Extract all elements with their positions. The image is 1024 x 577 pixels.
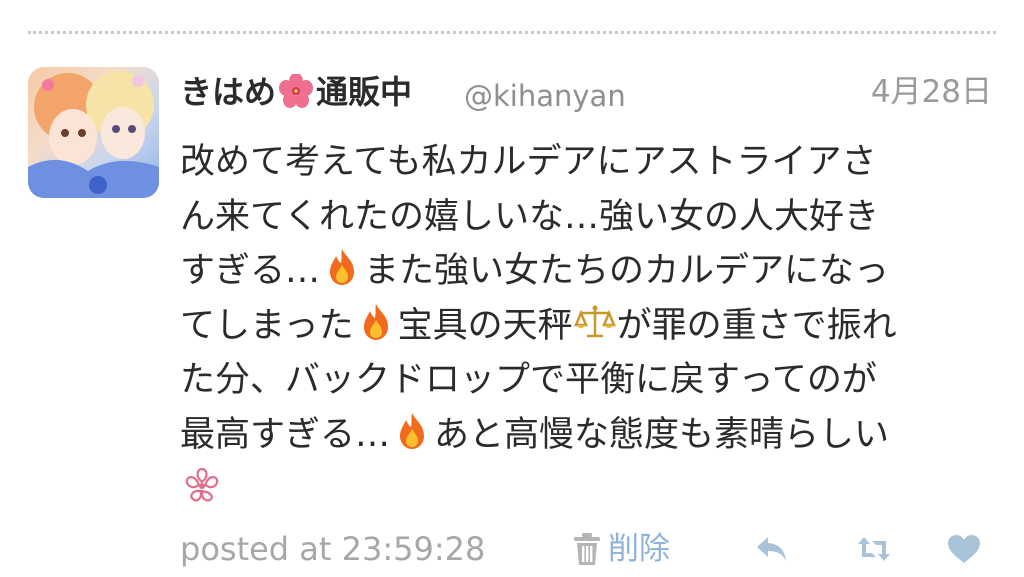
tweet-text-line: 最高すぎる… あと高慢な態度も素晴らしい <box>180 408 1010 463</box>
avatar-illustration <box>28 71 159 198</box>
tweet-date[interactable]: 4月28日 <box>871 70 992 114</box>
cherry-blossom-icon <box>185 467 219 502</box>
retweet-icon[interactable] <box>856 533 892 565</box>
tweet-card: きはめ 通販中 @kihanyan 4月28日 改めて考えても私カルデアにアスト… <box>0 0 1024 577</box>
tweet-text-line: 改めて考えても私カルデアにアストライアさ <box>180 135 1010 190</box>
text-segment: 改めて考えても私カルデアにアストライアさ <box>180 142 877 182</box>
text-segment: が罪の重さで振れ <box>616 305 897 346</box>
tweet-text-line <box>180 462 1010 517</box>
avatar[interactable] <box>28 67 159 198</box>
delete-label: 削除 <box>608 531 670 567</box>
scales-icon <box>573 305 616 337</box>
like-heart-icon[interactable] <box>946 533 982 565</box>
text-segment: た分、バックドロップで平衡に戻すってのが <box>180 360 877 400</box>
tweet-text-line: ん来てくれたの嬉しいな…強い女の人大好き <box>180 190 1010 245</box>
tweet-text: 改めて考えても私カルデアにアストライアさ ん来てくれたの嬉しいな…強い女の人大好… <box>180 135 1010 517</box>
tweet-text-line: すぎる… また強い女たちのカルデアになっ <box>180 244 1010 299</box>
delete-button[interactable]: 削除 <box>572 525 670 573</box>
posted-at-timestamp: posted at 23:59:28 <box>180 530 486 568</box>
tweet-header: きはめ 通販中 @kihanyan 4月28日 <box>180 70 996 118</box>
display-name-part-1: きはめ <box>180 73 277 111</box>
hibiscus-flower-icon <box>279 74 314 108</box>
fire-icon <box>330 249 355 285</box>
text-segment: てしまった <box>180 305 354 346</box>
text-segment: ん来てくれたの嬉しいな…強い女の人大好き <box>180 196 879 237</box>
text-segment: 宝具の天秤 <box>397 305 573 346</box>
reply-icon[interactable] <box>754 533 790 565</box>
fire-icon <box>400 412 425 449</box>
text-segment: すぎる… <box>180 251 321 291</box>
display-name[interactable]: きはめ 通販中 <box>180 70 412 114</box>
fire-icon <box>363 303 388 340</box>
text-segment: 最高すぎる… <box>180 414 391 455</box>
display-name-part-2: 通販中 <box>316 73 413 111</box>
tweet-text-line: てしまった 宝具の天秤 が罪の重さで振れ <box>180 299 1010 354</box>
user-handle[interactable]: @kihanyan <box>464 74 626 118</box>
text-segment: あと高慢な態度も素晴らしい <box>434 414 890 455</box>
tweet-text-line: た分、バックドロップで平衡に戻すってのが <box>180 353 1010 408</box>
trash-icon <box>574 533 600 565</box>
text-segment: また強い女たちのカルデアになっ <box>364 251 890 291</box>
tweet-footer: posted at 23:59:28 削除 <box>180 525 1000 573</box>
dotted-divider <box>28 31 996 34</box>
